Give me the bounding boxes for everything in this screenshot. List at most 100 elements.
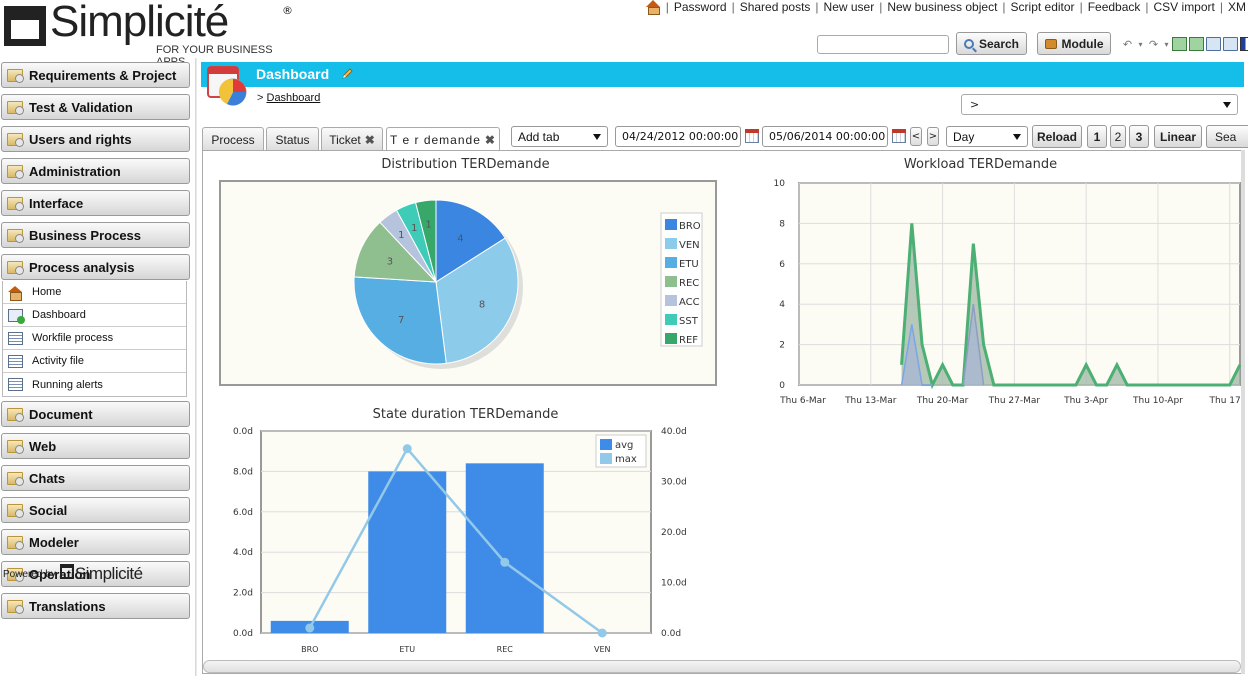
submenu-item-label: Dashboard: [32, 309, 86, 321]
submenu-item-workfile-process[interactable]: Workfile process: [3, 327, 186, 350]
top-link-new-user[interactable]: New user: [824, 0, 875, 14]
dropdown-arrow-icon[interactable]: ▾: [1137, 37, 1144, 51]
sidebar-item-process-analysis[interactable]: Process analysis: [1, 254, 190, 280]
page-button-label: 2: [1114, 129, 1122, 144]
redo-icon[interactable]: ↷: [1146, 37, 1161, 51]
folder-icon: [7, 164, 24, 179]
module-button[interactable]: Module: [1037, 32, 1111, 55]
top-link-password[interactable]: Password: [674, 0, 727, 14]
submenu-item-home[interactable]: Home: [3, 281, 186, 304]
date-from-input[interactable]: 04/24/2012 00:00:00: [615, 126, 741, 147]
pie-slice-label: 4: [457, 233, 463, 244]
pie-chart-title: Distribution TERDemande: [381, 157, 550, 172]
tab-process[interactable]: Process: [202, 127, 264, 151]
home-icon: [8, 285, 23, 301]
breadcrumb-dashboard-link[interactable]: Dashboard: [267, 92, 321, 104]
bar-plot-frame: [260, 430, 652, 634]
close-icon[interactable]: ✖: [365, 133, 375, 147]
dashboard-icon: [8, 308, 25, 324]
calendar-icon[interactable]: [892, 129, 906, 143]
sidebar-divider[interactable]: [195, 58, 197, 676]
horizontal-scrollbar[interactable]: [203, 660, 1241, 673]
chevron-down-icon: [1223, 102, 1231, 108]
sidebar-item-interface[interactable]: Interface: [1, 190, 190, 216]
max-series-point: [597, 628, 607, 638]
top-link-script-editor[interactable]: Script editor: [1011, 0, 1075, 14]
submenu-item-dashboard[interactable]: Dashboard: [3, 304, 186, 327]
sidebar-item-business-process[interactable]: Business Process: [1, 222, 190, 248]
sidebar-item-administration[interactable]: Administration: [1, 158, 190, 184]
top-links: | Password | Shared posts | New user | New busi…: [645, 0, 1246, 15]
bar-rec: [465, 463, 544, 633]
submenu-item-label: Running alerts: [32, 378, 103, 391]
vertical-scrollbar[interactable]: [1241, 150, 1245, 674]
sidebar-item-chats[interactable]: Chats: [1, 465, 190, 491]
tab-terdemande[interactable]: T e r demande ✖: [386, 127, 500, 152]
bar-legend-label: avg: [615, 440, 633, 451]
search-icon: [963, 38, 974, 49]
logo-mark: [4, 6, 46, 46]
sidebar-item-requirements-project[interactable]: Requirements & Project: [1, 62, 190, 88]
close-icon[interactable]: ✖: [485, 133, 496, 147]
language-flag-icon[interactable]: [1240, 37, 1248, 51]
search-button[interactable]: Search: [956, 32, 1027, 55]
date-to-input[interactable]: 05/06/2014 00:00:00: [762, 126, 888, 147]
submenu-item-running-alerts[interactable]: Running alerts: [3, 373, 186, 396]
bar-y2-tick-label: 40.0d: [661, 427, 687, 437]
search-charts-button[interactable]: Sea: [1206, 125, 1248, 148]
top-link-shared-posts[interactable]: Shared posts: [740, 0, 811, 14]
period-select-value: Day: [953, 129, 975, 144]
user-card-icon[interactable]: [1206, 37, 1221, 51]
search-button-label: Search: [978, 36, 1020, 51]
sidebar-item-label: Administration: [29, 163, 121, 179]
tab-status[interactable]: Status: [266, 127, 319, 151]
undo-icon[interactable]: ↶: [1120, 37, 1135, 51]
home-icon[interactable]: [645, 0, 661, 15]
sidebar-item-document[interactable]: Document: [1, 401, 190, 427]
export-icon[interactable]: [1172, 37, 1187, 51]
page-button-label: 3: [1135, 129, 1143, 144]
dropdown-arrow-icon[interactable]: ▾: [1163, 37, 1170, 51]
page-2-button[interactable]: 2: [1110, 125, 1126, 148]
tab-ticket[interactable]: Ticket ✖: [321, 127, 383, 151]
add-tab-select[interactable]: Add tab: [511, 126, 608, 147]
sidebar-item-test-validation[interactable]: Test & Validation: [1, 94, 190, 120]
calendar-icon[interactable]: [745, 129, 759, 143]
page-1-button[interactable]: 1: [1087, 125, 1107, 148]
top-link-feedback[interactable]: Feedback: [1088, 0, 1141, 14]
sidebar-item-users-and-rights[interactable]: Users and rights: [1, 126, 190, 152]
period-select[interactable]: Day: [946, 126, 1028, 147]
import-icon[interactable]: [1189, 37, 1204, 51]
sidebar-item-social[interactable]: Social: [1, 497, 190, 523]
pie-legend-swatch: [665, 238, 677, 249]
powered-by-label: Powered by: [3, 568, 56, 580]
sidebar-item-modeler[interactable]: Modeler: [1, 529, 190, 555]
top-link-separator: |: [1002, 0, 1006, 14]
top-link-xm[interactable]: XM: [1228, 0, 1246, 14]
edit-pencil-icon[interactable]: [341, 68, 353, 80]
top-link-new-business-object[interactable]: New business object: [887, 0, 997, 14]
next-period-button[interactable]: >: [927, 127, 939, 146]
submenu-item-activity-file[interactable]: Activity file: [3, 350, 186, 373]
sidebar-item-translations[interactable]: Translations: [1, 593, 190, 619]
state-duration-bar-chart: 0.0d 2.0d 4.0d 6.0d 8.0d 10.0d 0.0d 10.0d 20.0d 3…: [233, 427, 687, 654]
reload-button[interactable]: Reload: [1032, 125, 1082, 148]
dashboard-pie-icon: [207, 66, 247, 106]
list-icon[interactable]: [1223, 37, 1238, 51]
workload-area-chart: 0 2 4 6 8 10 Thu 6-Mar Thu 13-Mar Thu 20-Mar Thu …: [774, 179, 1243, 406]
area-y-tick-label: 6: [779, 260, 785, 270]
top-link-csv-import[interactable]: CSV import: [1154, 0, 1215, 14]
previous-period-button[interactable]: <: [910, 127, 922, 146]
header-tools: ↶ ▾ ↷ ▾: [1120, 37, 1248, 51]
bar-y-tick-label: 6.0d: [233, 508, 253, 518]
scale-linear-button[interactable]: Linear: [1154, 125, 1202, 148]
global-search-input[interactable]: [817, 35, 949, 54]
search-charts-label: Sea: [1215, 129, 1237, 144]
simplicite-logo[interactable]: Simplicité ® FOR YOUR BUSINESS APPS: [4, 0, 304, 68]
list-icon: [8, 354, 23, 368]
sidebar-item-web[interactable]: Web: [1, 433, 190, 459]
sidebar-item-label: Interface: [29, 195, 84, 211]
object-select[interactable]: >: [961, 94, 1238, 115]
page-3-button[interactable]: 3: [1129, 125, 1149, 148]
submenu-item-label: Workfile process: [32, 332, 114, 344]
